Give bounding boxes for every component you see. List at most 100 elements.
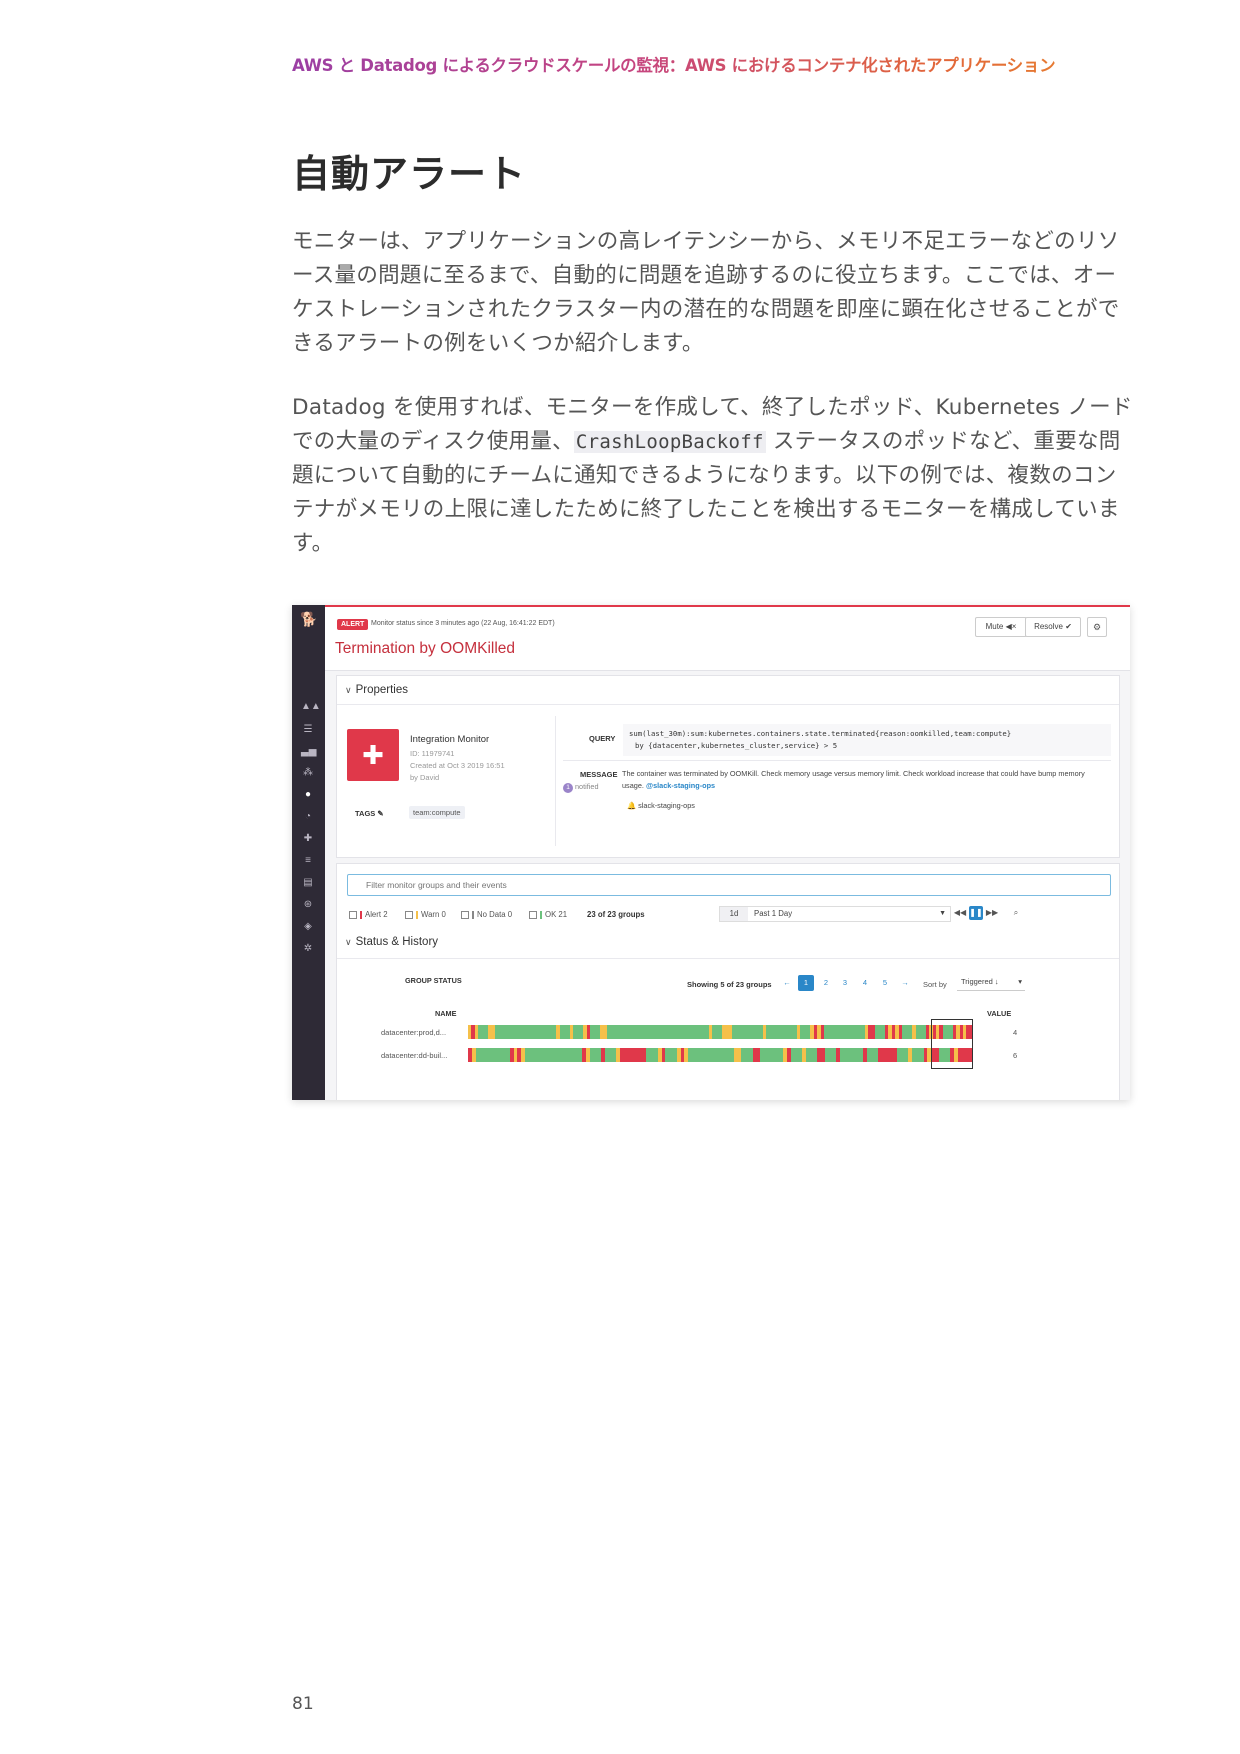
zoom-icon[interactable]: ⌕	[1009, 906, 1023, 920]
resolve-button[interactable]: Resolve ✔	[1025, 617, 1081, 637]
divider	[555, 716, 556, 846]
filter-input[interactable]	[347, 874, 1111, 896]
divider	[337, 704, 1119, 705]
status-segment	[712, 1025, 723, 1039]
datadog-logo-icon: 🐕	[300, 611, 318, 627]
status-segment	[840, 1048, 852, 1062]
status-segment	[805, 1048, 818, 1062]
sort-select[interactable]: Triggered ↓ ▾	[957, 974, 1025, 991]
apm-icon[interactable]: ⊛	[301, 899, 315, 910]
status-segment	[711, 1048, 723, 1062]
section-title: 自動アラート	[292, 152, 527, 196]
status-segment	[732, 1025, 743, 1039]
rewind-icon[interactable]: ◀◀	[953, 906, 967, 920]
monitor-id: ID: 11979741	[410, 749, 455, 758]
group-status-label: GROUP STATUS	[405, 976, 462, 985]
query-label: QUERY	[589, 734, 616, 743]
docs-icon[interactable]: ▤	[301, 877, 315, 888]
binoculars-icon[interactable]: ▲▲	[301, 701, 321, 712]
status-segment	[824, 1025, 835, 1039]
status-segment	[668, 1025, 679, 1039]
security-icon[interactable]: ◈	[301, 921, 315, 932]
fast-forward-icon[interactable]: ▶▶	[985, 906, 999, 920]
status-segment	[637, 1025, 648, 1039]
status-segment	[590, 1025, 601, 1039]
showing-count: Showing 5 of 23 groups	[687, 980, 772, 989]
status-segment	[617, 1025, 628, 1039]
status-segment	[570, 1048, 582, 1062]
table-row-name[interactable]: datacenter:dd-buil...	[381, 1051, 447, 1060]
monitor-title: Termination by OOMKilled	[335, 640, 516, 657]
status-line: Monitor status since 3 minutes ago (22 A…	[371, 620, 555, 627]
status-segment	[776, 1025, 787, 1039]
puzzle-icon[interactable]: ✚	[301, 833, 315, 844]
status-strip[interactable]	[468, 1048, 973, 1062]
pause-icon[interactable]: ❚❚	[969, 906, 983, 920]
page-5[interactable]: 5	[877, 975, 893, 991]
status-segment	[545, 1025, 557, 1039]
status-segment	[866, 1048, 879, 1062]
created-at: Created at Oct 3 2019 16:51	[410, 761, 505, 770]
mute-button[interactable]: Mute ◀×	[975, 617, 1027, 637]
status-segment	[486, 1048, 499, 1062]
chart-icon[interactable]: ▃▅	[301, 746, 316, 757]
properties-heading: Properties	[355, 684, 409, 696]
table-row-value: 4	[1013, 1028, 1018, 1037]
status-segment	[688, 1025, 699, 1039]
range-label: Past 1 Day	[754, 909, 793, 918]
status-segment	[902, 1025, 913, 1039]
status-history-heading: Status & History	[355, 936, 439, 948]
alert-icon[interactable]: ●	[301, 789, 315, 800]
page-3[interactable]: 3	[837, 975, 853, 991]
monitor-screenshot: 🐕 ▲▲ ☰ ▃▅ ⁂ ● ◔ ✚ ≡ ▤ ⊛ ◈ ✲ ALERT Monito…	[292, 605, 1130, 1100]
paragraph-datadog: Datadog を使用すれば、モニターを作成して、終了したポッド、Kuberne…	[292, 391, 1134, 561]
status-segment	[646, 1048, 658, 1062]
status-segment	[874, 1025, 886, 1039]
filter-alert[interactable]: Alert 2	[349, 910, 388, 919]
page-1[interactable]: 1	[798, 975, 814, 991]
filter-warn[interactable]: Warn 0	[405, 910, 446, 919]
time-range-select[interactable]: 1d Past 1 Day ▼	[719, 906, 951, 922]
status-history-toggle[interactable]: ∨ Status & History	[345, 936, 438, 948]
name-header: NAME	[435, 1009, 457, 1018]
running-header: AWS と Datadog によるクラウドスケールの監視：AWS におけるコンテ…	[292, 52, 1152, 76]
notified-badge: 1	[563, 783, 573, 793]
status-segment	[800, 1025, 811, 1039]
selection-frame[interactable]	[931, 1019, 973, 1069]
list-icon[interactable]: ☰	[301, 724, 315, 735]
status-strip[interactable]	[468, 1025, 974, 1039]
filter-ok[interactable]: OK 21	[529, 910, 567, 919]
tag-pill[interactable]: team:compute	[409, 806, 465, 819]
pencil-icon[interactable]: ✎	[377, 809, 383, 818]
divider	[337, 958, 1119, 959]
tags-label: TAGS ✎	[355, 809, 384, 818]
bell-icon: 🔔	[627, 801, 637, 810]
properties-toggle[interactable]: ∨ Properties	[345, 684, 408, 696]
status-segment	[834, 1025, 845, 1039]
message-label: MESSAGE	[580, 770, 618, 779]
gear-icon[interactable]: ⚙	[1087, 617, 1107, 637]
page-2[interactable]: 2	[818, 975, 834, 991]
table-row-name[interactable]: datacenter:prod,d...	[381, 1028, 446, 1037]
status-segment	[698, 1025, 709, 1039]
status-segment	[678, 1025, 689, 1039]
status-segment	[742, 1025, 753, 1039]
filter-nodata[interactable]: No Data 0	[461, 910, 512, 919]
divider	[563, 760, 1111, 761]
notify-channel: 🔔 slack-staging-ops	[627, 801, 695, 810]
message-link[interactable]: @slack-staging-ops	[646, 781, 715, 790]
status-segment	[495, 1025, 506, 1039]
status-segment	[790, 1048, 803, 1062]
groups-count: 23 of 23 groups	[587, 910, 645, 919]
graph-icon[interactable]: ⁂	[301, 767, 315, 778]
page-4[interactable]: 4	[857, 975, 873, 991]
next-page-icon[interactable]: →	[897, 975, 913, 991]
prev-page-icon[interactable]: ←	[779, 975, 795, 991]
inline-code: CrashLoopBackoff	[573, 431, 766, 453]
gauge-icon[interactable]: ◔	[301, 811, 315, 822]
chevron-down-icon: ∨	[345, 685, 352, 695]
status-segment	[536, 1048, 548, 1062]
status-segment	[525, 1025, 536, 1039]
settings-icon[interactable]: ✲	[301, 943, 315, 954]
log-icon[interactable]: ≡	[301, 855, 315, 866]
